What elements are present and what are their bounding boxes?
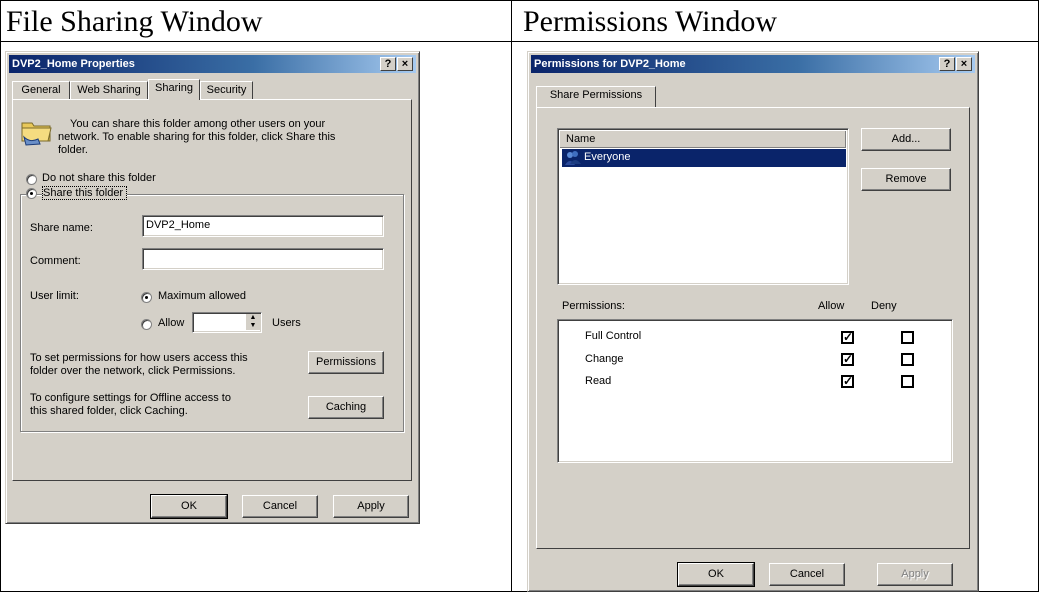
name-column-header[interactable]: Name xyxy=(560,131,846,148)
close-button[interactable]: × xyxy=(397,57,413,71)
ok-button[interactable]: OK xyxy=(150,494,228,519)
permissions-text-2: folder over the network, click Permissio… xyxy=(30,365,236,377)
properties-title: DVP2_Home Properties xyxy=(12,58,135,70)
do-not-share-label[interactable]: Do not share this folder xyxy=(42,172,156,184)
help-button[interactable]: ? xyxy=(380,57,396,71)
spinner-down-arrow-icon[interactable]: ▼ xyxy=(246,322,260,330)
perm-ok-button[interactable]: OK xyxy=(677,562,755,587)
tab-security[interactable]: Security xyxy=(200,81,253,99)
share-name-field[interactable]: DVP2_Home xyxy=(142,215,384,237)
name-header-label: Name xyxy=(566,133,596,145)
maximum-allowed-radio[interactable] xyxy=(141,292,152,303)
add-button[interactable]: Add... xyxy=(861,128,951,151)
remove-button[interactable]: Remove xyxy=(861,168,951,191)
share-name-value: DVP2_Home xyxy=(146,219,211,231)
perm-close-button[interactable]: × xyxy=(956,57,972,71)
spinner-up-arrow-icon[interactable]: ▲ xyxy=(246,314,260,322)
do-not-share-radio[interactable] xyxy=(26,174,37,185)
perm-help-button[interactable]: ? xyxy=(939,57,955,71)
share-folder-label[interactable]: Share this folder xyxy=(42,186,128,200)
tab-web-sharing[interactable]: Web Sharing xyxy=(70,81,148,99)
deny-column-header: Deny xyxy=(871,300,897,312)
maximum-allowed-label[interactable]: Maximum allowed xyxy=(158,290,246,302)
permissions-dialog: Permissions for DVP2_Home ? × Share Perm… xyxy=(527,51,979,592)
permissions-titlebar[interactable]: Permissions for DVP2_Home ? × xyxy=(531,55,975,73)
users-label: Users xyxy=(272,317,301,329)
apply-button[interactable]: Apply xyxy=(333,495,409,518)
permissions-label: Permissions: xyxy=(562,300,625,312)
properties-titlebar[interactable]: DVP2_Home Properties ? × xyxy=(9,55,416,73)
tab-general[interactable]: General xyxy=(12,81,70,99)
tab-share-permissions[interactable]: Share Permissions xyxy=(536,86,656,107)
comment-field[interactable] xyxy=(142,248,384,270)
allow-users-spinner[interactable]: ▲ ▼ xyxy=(192,312,262,333)
caching-button[interactable]: Caching xyxy=(308,396,384,419)
cancel-button[interactable]: Cancel xyxy=(242,495,318,518)
shared-folder-icon xyxy=(20,117,54,147)
intro-line-2: network. To enable sharing for this fold… xyxy=(58,131,336,143)
read-allow-checkbox[interactable]: ✓ xyxy=(841,375,854,388)
permissions-list: Full Control ✓ Change ✓ Read ✓ xyxy=(557,319,953,463)
everyone-label: Everyone xyxy=(584,151,631,163)
full-control-allow-checkbox[interactable]: ✓ xyxy=(841,331,854,344)
perm-row-change: Change xyxy=(585,353,624,365)
share-name-label: Share name: xyxy=(30,222,93,234)
list-item[interactable]: Everyone xyxy=(562,149,846,167)
allow-column-header: Allow xyxy=(818,300,845,312)
caching-text-1: To configure settings for Offline access… xyxy=(30,392,231,404)
tab-sharing[interactable]: Sharing xyxy=(148,79,200,100)
permissions-text-1: To set permissions for how users access … xyxy=(30,352,248,364)
permissions-title: Permissions for DVP2_Home xyxy=(534,58,686,70)
caching-text-2: this shared folder, click Caching. xyxy=(30,405,188,417)
user-limit-label: User limit: xyxy=(30,290,79,302)
change-allow-checkbox[interactable]: ✓ xyxy=(841,353,854,366)
comment-label: Comment: xyxy=(30,255,81,267)
read-deny-checkbox[interactable] xyxy=(901,375,914,388)
permissions-button[interactable]: Permissions xyxy=(308,351,384,374)
perm-row-full-control: Full Control xyxy=(585,330,642,342)
perm-cancel-button[interactable]: Cancel xyxy=(769,563,845,586)
perm-row-read: Read xyxy=(585,375,612,387)
names-list[interactable]: Name Everyone xyxy=(557,128,849,285)
share-folder-radio[interactable] xyxy=(26,188,37,199)
change-deny-checkbox[interactable] xyxy=(901,353,914,366)
allow-users-radio[interactable] xyxy=(141,319,152,330)
right-column-title: Permissions Window xyxy=(523,5,778,38)
intro-line-1: You can share this folder among other us… xyxy=(70,118,326,130)
properties-dialog: DVP2_Home Properties ? × General Web Sha… xyxy=(5,51,420,524)
full-control-deny-checkbox[interactable] xyxy=(901,331,914,344)
perm-apply-button[interactable]: Apply xyxy=(877,563,953,586)
intro-line-3: folder. xyxy=(58,144,88,156)
left-column-title: File Sharing Window xyxy=(6,5,263,38)
group-users-icon xyxy=(565,151,581,165)
allow-users-label[interactable]: Allow xyxy=(158,317,184,329)
